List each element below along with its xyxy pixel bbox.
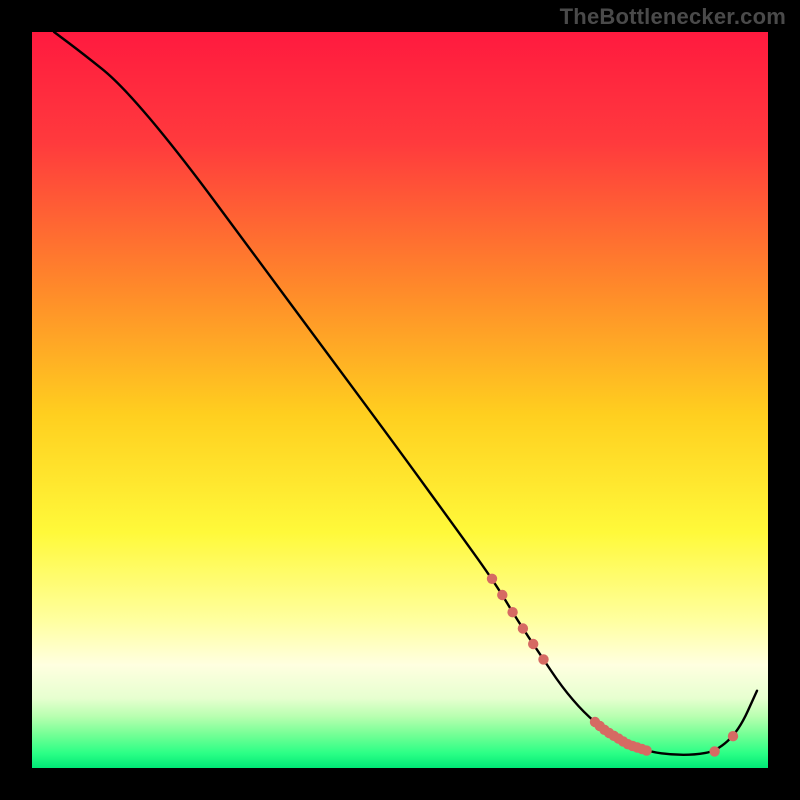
data-marker xyxy=(709,746,719,756)
data-marker xyxy=(487,574,497,584)
watermark-label: TheBottlenecker.com xyxy=(560,4,786,30)
data-marker xyxy=(518,623,528,633)
gradient-plot-area xyxy=(32,32,768,768)
data-marker xyxy=(528,639,538,649)
data-marker xyxy=(641,745,651,755)
data-marker xyxy=(497,590,507,600)
data-marker xyxy=(728,731,738,741)
data-marker xyxy=(507,607,517,617)
chart-stage: TheBottlenecker.com xyxy=(0,0,800,800)
bottleneck-chart xyxy=(0,0,800,800)
data-marker xyxy=(538,654,548,664)
